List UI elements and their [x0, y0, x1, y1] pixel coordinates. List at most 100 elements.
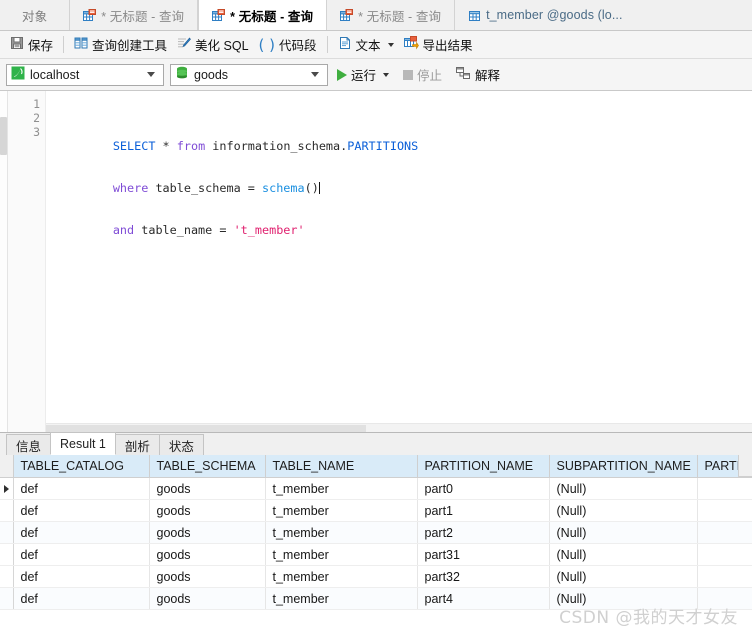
cell-subpartition-name[interactable]: (Null)	[549, 499, 698, 522]
sql-token: from	[176, 139, 206, 153]
cell-table-schema[interactable]: goods	[149, 587, 266, 610]
row-marker-current[interactable]	[0, 477, 14, 500]
editor-left-splitter[interactable]	[0, 91, 8, 432]
cell-table-name[interactable]: t_member	[265, 565, 418, 588]
sql-editor-area: 1 2 3 SELECT * from information_schema.P…	[0, 91, 752, 432]
text-view-label: 文本	[355, 39, 381, 53]
sql-token: table_schema =	[148, 181, 262, 195]
row-marker[interactable]	[0, 565, 14, 588]
beautify-sql-button[interactable]: 美化 SQL	[172, 34, 254, 56]
column-header-table-schema[interactable]: TABLE_SCHEMA	[149, 455, 266, 478]
run-button[interactable]: 运行	[334, 65, 392, 84]
sql-token: information_schema.	[205, 139, 348, 153]
sql-code-input[interactable]: SELECT * from information_schema.PARTITI…	[46, 91, 752, 432]
cell-table-schema[interactable]: goods	[149, 543, 266, 566]
column-header-partition-name[interactable]: PARTITION_NAME	[417, 455, 550, 478]
cell-partition-name[interactable]: part0	[417, 477, 550, 500]
sql-token: SELECT	[112, 139, 156, 153]
cell-partition-name[interactable]: part2	[417, 521, 550, 544]
result-tab-label: 剖析	[124, 439, 150, 454]
cell-table-name[interactable]: t_member	[265, 587, 418, 610]
cell-table-schema[interactable]: goods	[149, 565, 266, 588]
sql-token: ()	[304, 181, 319, 195]
row-marker[interactable]	[0, 587, 14, 610]
cell-partition-name[interactable]: part32	[417, 565, 550, 588]
tab-query-1[interactable]: * 无标题 - 查询	[70, 0, 199, 30]
save-icon	[10, 36, 24, 53]
query-builder-label: 查询创建工具	[92, 39, 168, 53]
cell-table-schema[interactable]: goods	[149, 477, 266, 500]
cell-table-schema[interactable]: goods	[149, 521, 266, 544]
code-line-2: where table_schema = schema()	[56, 167, 752, 195]
table-icon	[468, 9, 481, 22]
code-line-3: and table_name = 't_member'	[56, 209, 752, 237]
cell-subpartition-name[interactable]: (Null)	[549, 587, 698, 610]
text-view-button[interactable]: 文本	[333, 34, 399, 56]
tab-query-2[interactable]: * 无标题 - 查询	[198, 0, 328, 30]
run-label: 运行	[351, 69, 377, 83]
text-icon	[338, 36, 352, 53]
tab-label: * 无标题 - 查询	[101, 9, 185, 24]
table-row[interactable]: def goods t_member part0 (Null)	[0, 477, 752, 500]
cell-table-schema[interactable]: goods	[149, 499, 266, 522]
cell-table-name[interactable]: t_member	[265, 521, 418, 544]
table-header-row: TABLE_CATALOG TABLE_SCHEMA TABLE_NAME PA…	[0, 455, 752, 478]
sql-token: *	[155, 139, 177, 153]
database-select[interactable]: goods	[170, 63, 328, 86]
cell-subpartition-name[interactable]: (Null)	[549, 565, 698, 588]
tab-profile[interactable]: 剖析	[114, 434, 160, 455]
tab-objects[interactable]: 对象	[0, 0, 71, 30]
chevron-down-icon[interactable]	[383, 72, 390, 77]
cell-partition-name[interactable]: part1	[417, 499, 550, 522]
cell-partition-name[interactable]: part4	[417, 587, 550, 610]
connection-value: localhost	[30, 67, 80, 82]
cell-subpartition-name[interactable]: (Null)	[549, 521, 698, 544]
editor-horizontal-scrollbar[interactable]	[46, 423, 752, 432]
tab-label: 对象	[22, 9, 48, 24]
cell-partition-name[interactable]: part31	[417, 543, 550, 566]
sql-token: where	[112, 181, 149, 195]
connection-select[interactable]: localhost	[6, 63, 164, 86]
export-result-button[interactable]: 导出结果	[399, 34, 478, 56]
cell-table-catalog[interactable]: def	[13, 587, 150, 610]
table-row[interactable]: def goods t_member part4 (Null)	[0, 587, 752, 610]
tab-table-t-member[interactable]: t_member @goods (lo...	[455, 0, 636, 30]
cell-table-catalog[interactable]: def	[13, 565, 150, 588]
chevron-down-icon[interactable]	[311, 72, 319, 77]
query-icon	[340, 8, 354, 22]
column-header-subpartition-name[interactable]: SUBPARTITION_NAME	[549, 455, 698, 478]
tab-info[interactable]: 信息	[6, 434, 52, 455]
splitter-handle[interactable]	[0, 117, 7, 155]
cell-table-catalog[interactable]: def	[13, 521, 150, 544]
explain-button[interactable]: 解释	[453, 65, 503, 84]
table-row[interactable]: def goods t_member part2 (Null)	[0, 521, 752, 544]
cell-table-catalog[interactable]: def	[13, 499, 150, 522]
tab-query-3[interactable]: * 无标题 - 查询	[327, 0, 456, 30]
scroll-up-button[interactable]	[738, 455, 752, 477]
save-button[interactable]: 保存	[5, 34, 58, 56]
chevron-down-icon[interactable]	[147, 72, 155, 77]
snippet-button[interactable]: ( ) 代码段	[254, 34, 322, 56]
row-marker[interactable]	[0, 499, 14, 522]
beautify-icon	[177, 36, 191, 53]
cell-table-catalog[interactable]: def	[13, 543, 150, 566]
cell-table-catalog[interactable]: def	[13, 477, 150, 500]
cell-subpartition-name[interactable]: (Null)	[549, 477, 698, 500]
column-header-table-catalog[interactable]: TABLE_CATALOG	[13, 455, 150, 478]
cell-table-name[interactable]: t_member	[265, 499, 418, 522]
scrollbar-thumb[interactable]	[46, 425, 366, 432]
tab-result-1[interactable]: Result 1	[50, 432, 116, 455]
cell-subpartition-name[interactable]: (Null)	[549, 543, 698, 566]
row-marker[interactable]	[0, 521, 14, 544]
query-builder-button[interactable]: 查询创建工具	[69, 34, 172, 56]
table-row[interactable]: def goods t_member part1 (Null)	[0, 499, 752, 522]
column-header-table-name[interactable]: TABLE_NAME	[265, 455, 418, 478]
table-row[interactable]: def goods t_member part32 (Null)	[0, 565, 752, 588]
cell-table-name[interactable]: t_member	[265, 477, 418, 500]
tab-status[interactable]: 状态	[158, 434, 204, 455]
chevron-down-icon[interactable]	[387, 42, 394, 47]
row-marker[interactable]	[0, 543, 14, 566]
table-row[interactable]: def goods t_member part31 (Null)	[0, 543, 752, 566]
result-vertical-scrollbar[interactable]	[738, 455, 752, 642]
cell-table-name[interactable]: t_member	[265, 543, 418, 566]
